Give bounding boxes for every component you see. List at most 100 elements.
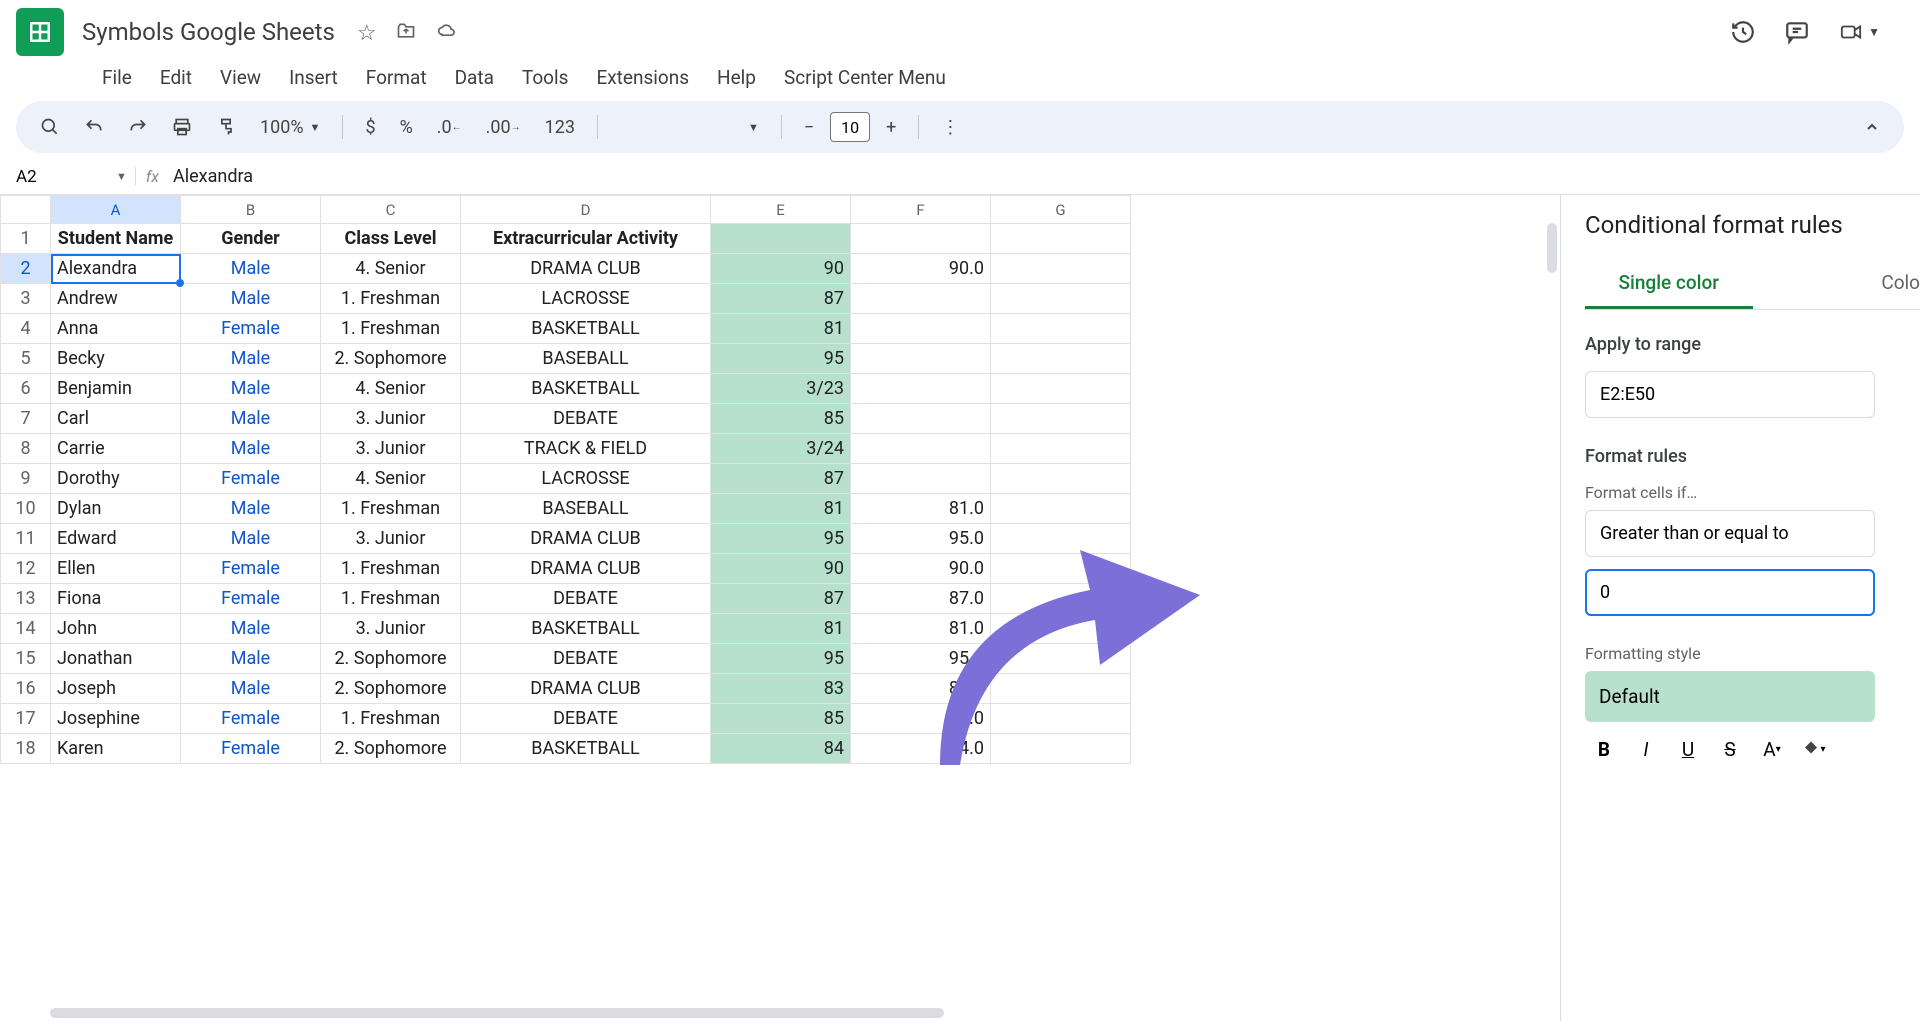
cell[interactable]: 85.0 [851,704,991,734]
sheets-logo[interactable] [16,8,64,56]
name-box-dropdown-icon[interactable]: ▼ [108,170,135,183]
row-header-17[interactable]: 17 [1,704,51,734]
cell[interactable] [991,254,1131,284]
menu-format[interactable]: Format [354,60,439,95]
row-header-9[interactable]: 9 [1,464,51,494]
row-header-13[interactable]: 13 [1,584,51,614]
cell[interactable]: DRAMA CLUB [461,524,711,554]
zoom-dropdown[interactable]: 100% ▼ [252,111,328,144]
cell[interactable] [991,524,1131,554]
cell[interactable]: Male [181,284,321,314]
cell[interactable]: 1. Freshman [321,494,461,524]
cell[interactable]: 1. Freshman [321,314,461,344]
cell[interactable]: 1. Freshman [321,584,461,614]
cell[interactable]: Jonathan [51,644,181,674]
cell[interactable]: DEBATE [461,404,711,434]
font-dropdown-icon[interactable]: ▼ [740,115,767,140]
row-header-4[interactable]: 4 [1,314,51,344]
condition-select[interactable]: Greater than or equal to [1585,510,1875,557]
cell[interactable]: 2. Sophomore [321,644,461,674]
cell[interactable]: 90.0 [851,554,991,584]
col-header-E[interactable]: E [711,196,851,224]
cell[interactable] [991,734,1131,764]
menu-tools[interactable]: Tools [510,60,581,95]
row-header-8[interactable]: 8 [1,434,51,464]
cell[interactable]: Benjamin [51,374,181,404]
cell[interactable] [991,584,1131,614]
cell[interactable]: 84 [711,734,851,764]
cell[interactable]: 90 [711,254,851,284]
cell[interactable]: Male [181,434,321,464]
col-header-D[interactable]: D [461,196,711,224]
cell[interactable]: 81 [711,494,851,524]
header-cell[interactable] [991,224,1131,254]
cell[interactable] [991,464,1131,494]
search-menus-icon[interactable] [32,111,68,143]
cell[interactable]: Male [181,494,321,524]
name-box[interactable] [8,163,108,191]
cell[interactable] [991,284,1131,314]
cell[interactable] [991,494,1131,524]
underline-button[interactable]: U [1669,730,1707,768]
menu-file[interactable]: File [90,60,144,95]
horizontal-scrollbar[interactable] [50,1005,1540,1021]
cell[interactable]: Carl [51,404,181,434]
menu-script-center[interactable]: Script Center Menu [772,60,958,95]
cell[interactable]: Male [181,524,321,554]
print-icon[interactable] [164,111,200,143]
menu-insert[interactable]: Insert [277,60,350,95]
cell[interactable] [851,464,991,494]
cell[interactable] [991,614,1131,644]
cell[interactable] [991,374,1131,404]
redo-icon[interactable] [120,111,156,143]
fontsize-input[interactable] [830,112,870,142]
fontsize-increase-button[interactable]: + [878,111,904,144]
cell[interactable]: Karen [51,734,181,764]
cell[interactable] [851,344,991,374]
condition-value-input[interactable] [1585,569,1875,616]
cell[interactable]: 85 [711,404,851,434]
cell[interactable] [991,404,1131,434]
decrease-decimal-button[interactable]: .0← [429,111,470,144]
col-header-G[interactable]: G [991,196,1131,224]
cell[interactable]: DEBATE [461,644,711,674]
header-cell[interactable]: Class Level [321,224,461,254]
cell[interactable]: Male [181,644,321,674]
menu-help[interactable]: Help [705,60,768,95]
cell[interactable]: Andrew [51,284,181,314]
meet-icon[interactable]: ▼ [1838,21,1880,43]
formula-input[interactable] [169,162,1912,191]
range-input[interactable] [1585,371,1875,418]
cell[interactable]: Carrie [51,434,181,464]
text-color-button[interactable]: A▾ [1753,730,1791,768]
cell[interactable]: 95.0 [851,524,991,554]
cell[interactable]: 3. Junior [321,434,461,464]
cell[interactable]: Ellen [51,554,181,584]
cell[interactable]: 4. Senior [321,254,461,284]
paint-format-icon[interactable] [208,111,244,143]
cell[interactable]: 4. Senior [321,464,461,494]
cell[interactable]: DEBATE [461,704,711,734]
cell[interactable]: 87 [711,584,851,614]
italic-button[interactable]: I [1627,730,1665,768]
bold-button[interactable]: B [1585,730,1623,768]
cell[interactable]: 4. Senior [321,374,461,404]
cell[interactable]: Joseph [51,674,181,704]
cell[interactable]: 81 [711,314,851,344]
header-cell[interactable] [851,224,991,254]
cell[interactable] [991,554,1131,584]
spreadsheet-grid[interactable]: ABCDEFG1Student NameGenderClass LevelExt… [0,195,1560,1021]
menu-edit[interactable]: Edit [148,60,204,95]
cell[interactable]: BASEBALL [461,344,711,374]
cell[interactable] [991,704,1131,734]
increase-decimal-button[interactable]: .00→ [478,111,529,144]
cell[interactable]: DRAMA CLUB [461,554,711,584]
row-header-6[interactable]: 6 [1,374,51,404]
cell[interactable]: BASKETBALL [461,374,711,404]
cell[interactable]: 90.0 [851,254,991,284]
cell[interactable]: 87 [711,284,851,314]
cell[interactable]: Josephine [51,704,181,734]
cell[interactable] [851,374,991,404]
cell[interactable]: 2. Sophomore [321,674,461,704]
cell[interactable]: LACROSSE [461,284,711,314]
